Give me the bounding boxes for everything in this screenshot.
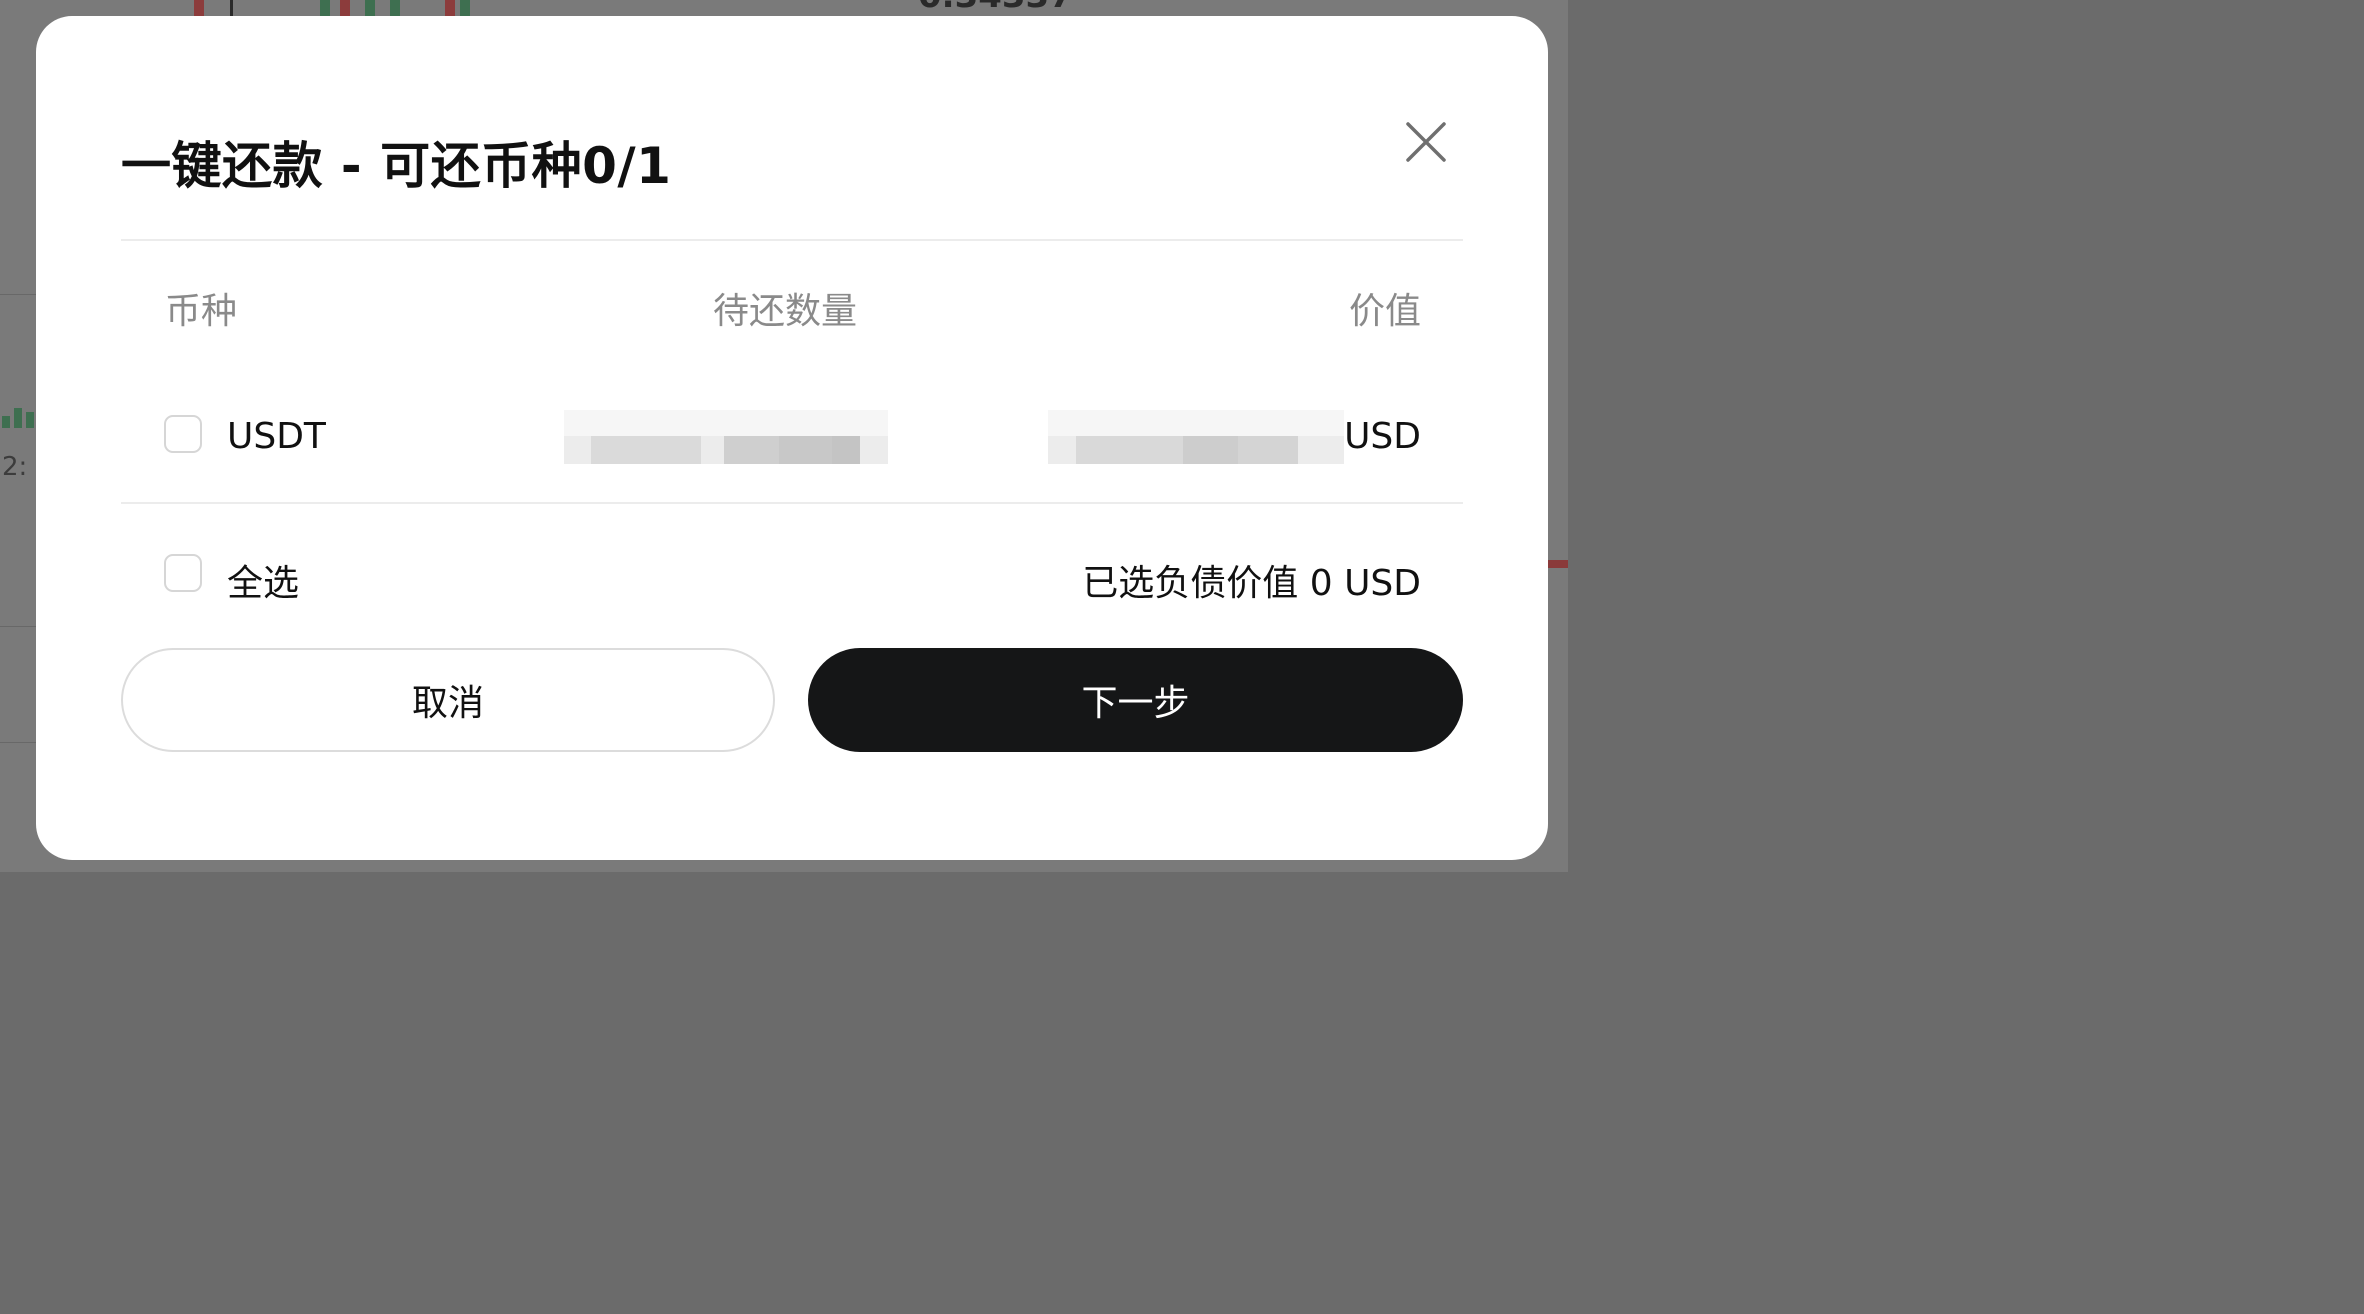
value-currency: USD — [1344, 416, 1421, 457]
background-candle — [460, 0, 470, 16]
header-coin: 币种 — [165, 291, 238, 332]
background-chart-candles — [190, 0, 490, 16]
select-all-checkbox[interactable] — [164, 554, 202, 592]
select-all-row: 全选 已选负债价值 0 USD — [121, 546, 1463, 606]
background-bar — [2, 416, 10, 428]
header-amount: 待还数量 — [713, 291, 858, 332]
modal-title: 一键还款 - 可还币种0/1 — [121, 137, 672, 195]
background-divider — [0, 626, 36, 627]
select-all-label[interactable]: 全选 — [227, 554, 299, 606]
background-candle — [390, 0, 400, 16]
divider — [121, 502, 1463, 504]
close-button[interactable] — [1402, 118, 1450, 166]
divider — [121, 239, 1463, 241]
coin-label: USDT — [227, 416, 326, 457]
value-redacted — [1048, 406, 1344, 468]
background-divider — [0, 294, 36, 295]
header-value: 价值 — [1348, 291, 1421, 332]
background-candle — [340, 0, 350, 16]
background-divider — [0, 742, 36, 743]
table-row: USDT USD — [121, 402, 1463, 472]
amount-redacted — [564, 406, 888, 468]
table-header: 币种 待还数量 价值 — [121, 276, 1463, 336]
background-bar — [26, 412, 34, 428]
background-side-text: 2: — [2, 452, 28, 482]
background-candle — [194, 0, 204, 16]
row-checkbox[interactable] — [164, 415, 202, 453]
background-price: 0.34337 — [918, 0, 1073, 16]
selected-debt-summary: 已选负债价值 0 USD — [1082, 563, 1421, 604]
background-candle — [320, 0, 330, 16]
next-step-button[interactable]: 下一步 — [808, 648, 1463, 752]
background-volume-bars — [2, 406, 34, 428]
background-candle — [445, 0, 455, 16]
cancel-button[interactable]: 取消 — [121, 648, 775, 752]
background-candle — [230, 0, 233, 16]
background-price-line — [1548, 560, 1568, 568]
repay-modal: 一键还款 - 可还币种0/1 币种 待还数量 价值 USDT USD 全选 已选… — [36, 16, 1548, 860]
close-icon — [1406, 122, 1446, 162]
background-candle — [365, 0, 375, 16]
background-bar — [14, 408, 22, 428]
